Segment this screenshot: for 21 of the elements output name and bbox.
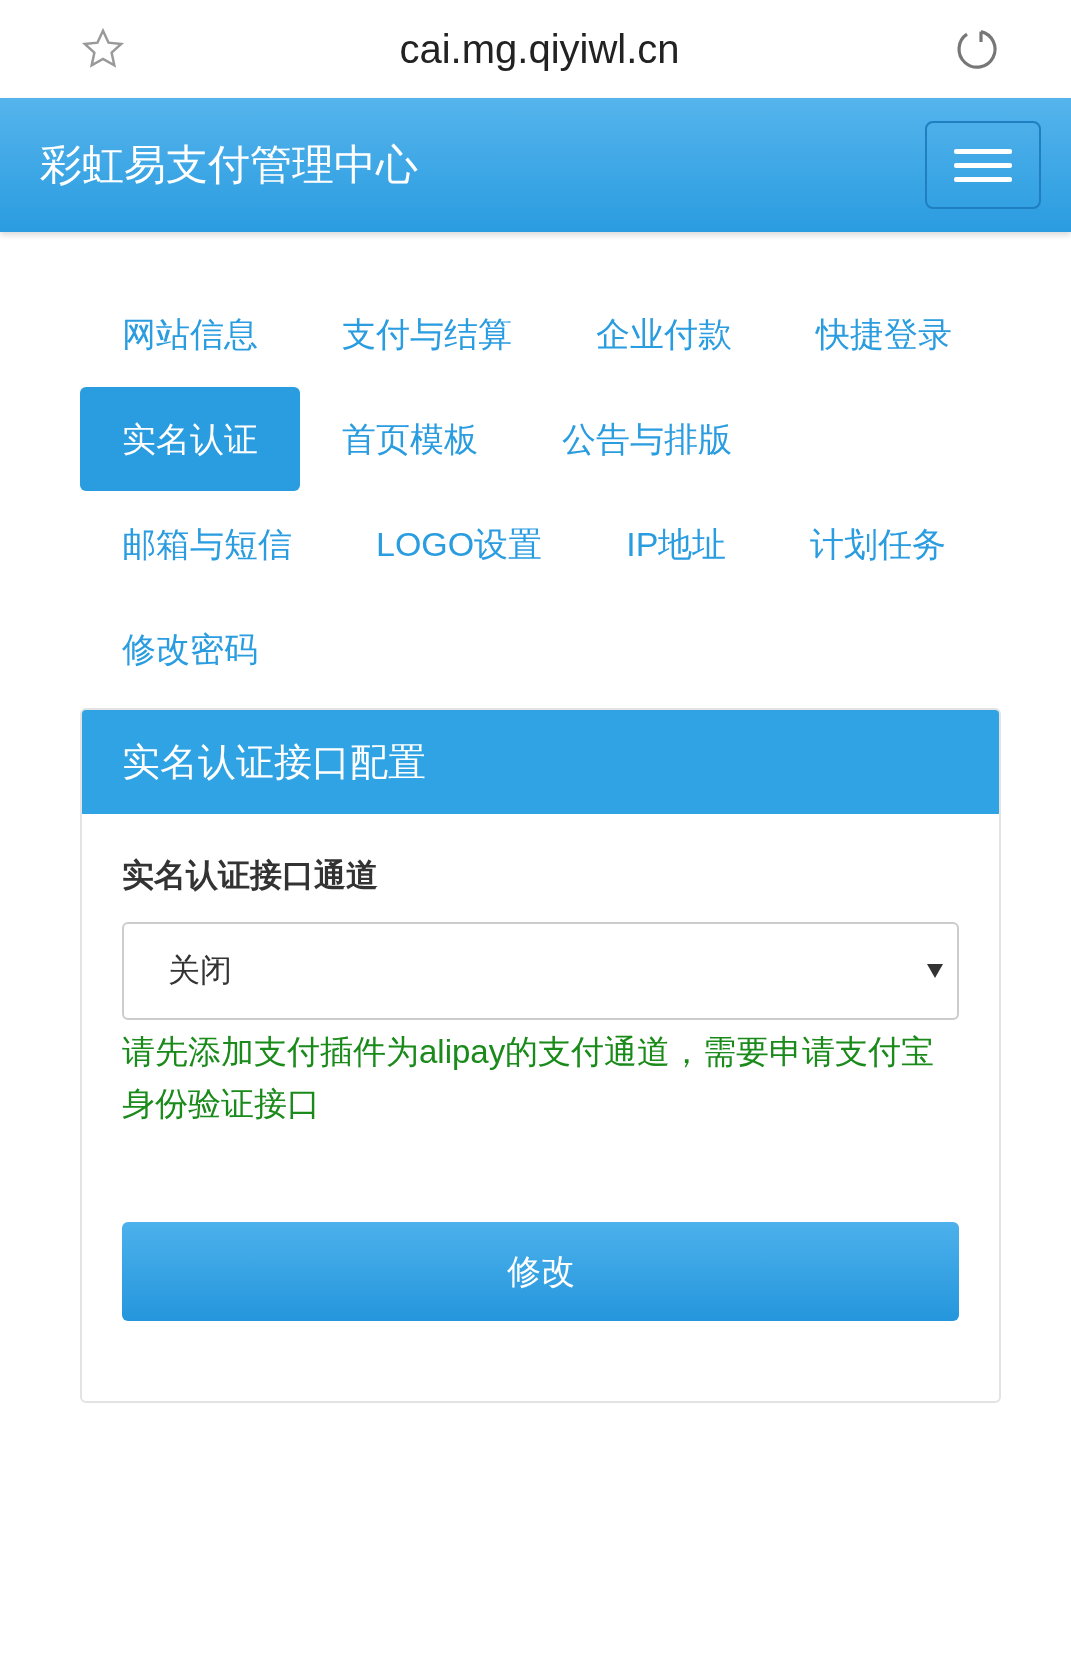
tab[interactable]: 邮箱与短信 — [80, 492, 334, 596]
help-text: 请先添加支付插件为alipay的支付通道，需要申请支付宝身份验证接口 — [122, 1032, 936, 1124]
menu-button[interactable] — [925, 121, 1041, 209]
submit-button[interactable]: 修改 — [122, 1222, 959, 1321]
tab[interactable]: 企业付款 — [554, 282, 774, 386]
address-bar-url[interactable]: cai.mg.qiyiwl.cn — [399, 26, 680, 72]
site-title[interactable]: 彩虹易支付管理中心 — [40, 137, 418, 193]
tab[interactable]: 计划任务 — [768, 492, 989, 596]
tab[interactable]: 网站信息 — [80, 282, 300, 386]
channel-select[interactable]: 关闭 — [122, 922, 959, 1020]
tab[interactable]: 支付与结算 — [300, 282, 554, 386]
tab[interactable]: 首页模板 — [300, 387, 520, 491]
tab[interactable]: 公告与排版 — [520, 387, 774, 491]
panel-title: 实名认证接口配置 — [82, 710, 999, 814]
tab[interactable]: IP地址 — [584, 492, 769, 596]
tab[interactable]: 修改密码 — [80, 597, 300, 701]
caret-icon — [927, 964, 943, 978]
tab[interactable]: LOGO设置 — [334, 492, 585, 596]
field-label: 实名认证接口通道 — [122, 856, 379, 895]
tab[interactable]: 快捷登录 — [774, 282, 994, 386]
tab[interactable]: 实名认证 — [80, 387, 300, 491]
